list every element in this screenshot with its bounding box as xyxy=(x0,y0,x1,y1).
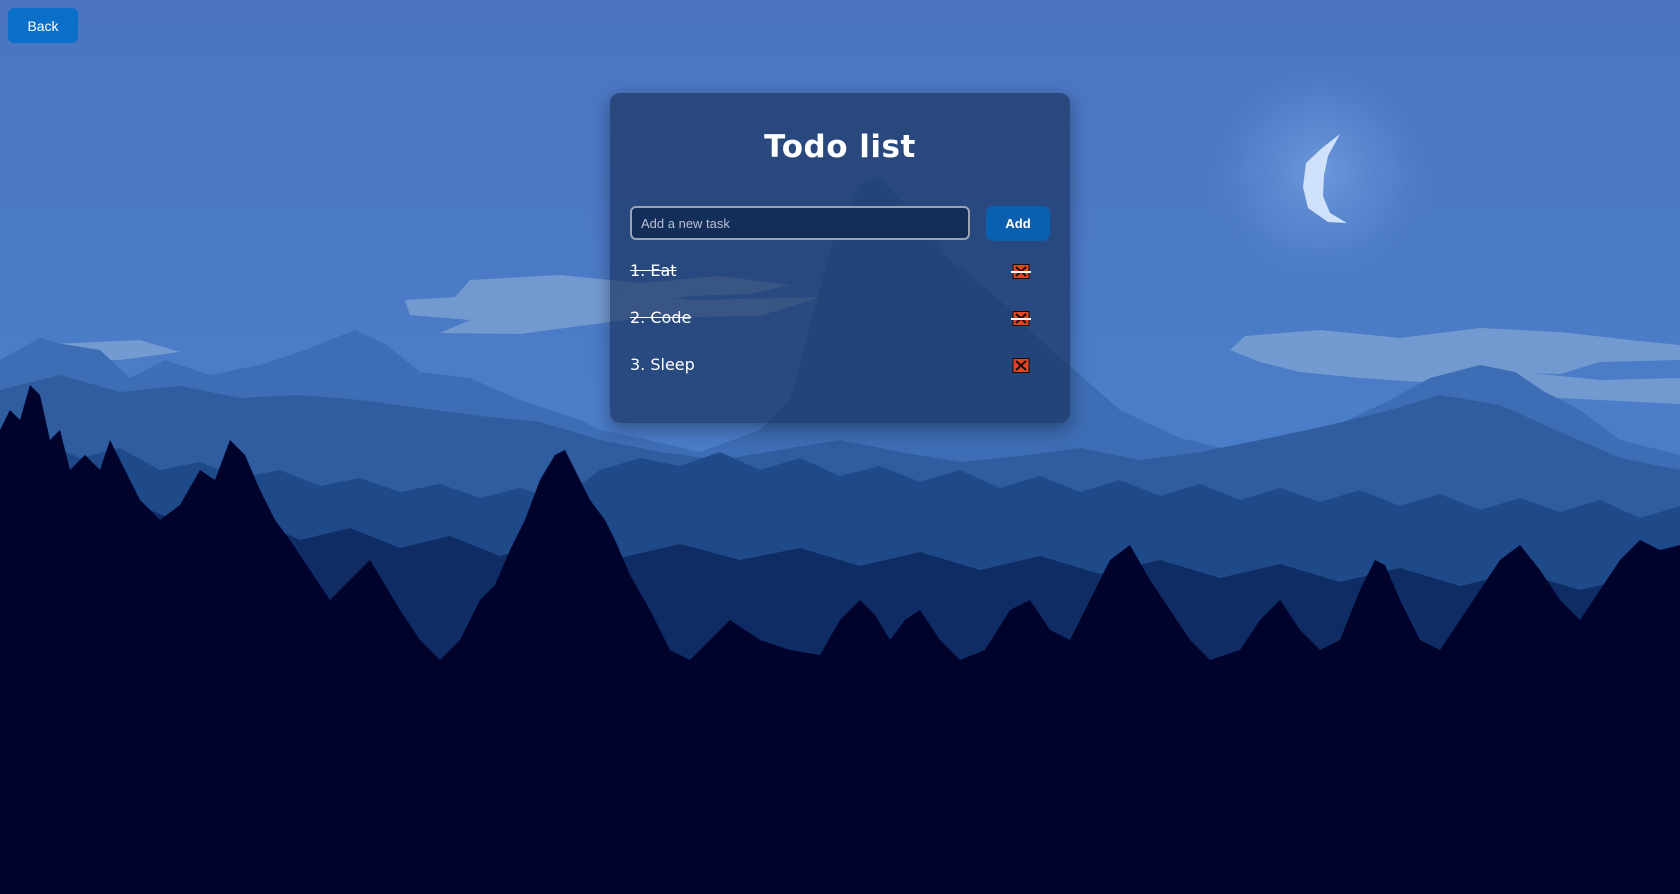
page-title: Todo list xyxy=(764,129,916,165)
task-label: 3. Sleep xyxy=(630,355,695,374)
new-task-input[interactable] xyxy=(630,206,970,240)
delete-task-button[interactable] xyxy=(1011,311,1031,326)
back-button[interactable]: Back xyxy=(8,8,78,43)
strike-line xyxy=(1011,271,1031,273)
todo-panel: Todo list Add 1. Eat 2. Code xyxy=(610,93,1070,423)
delete-task-button[interactable] xyxy=(1012,358,1030,373)
delete-task-button[interactable] xyxy=(1011,264,1031,279)
task-item: 2. Code xyxy=(630,300,1050,347)
close-icon xyxy=(1012,358,1030,373)
task-label: 2. Code xyxy=(630,308,692,327)
task-label: 1. Eat xyxy=(630,261,677,280)
add-task-button[interactable]: Add xyxy=(986,206,1050,241)
strike-line xyxy=(1011,318,1031,320)
task-item: 1. Eat xyxy=(630,253,1050,300)
task-item: 3. Sleep xyxy=(630,347,1050,394)
task-list: 1. Eat 2. Code 3. Sleep xyxy=(630,253,1050,394)
